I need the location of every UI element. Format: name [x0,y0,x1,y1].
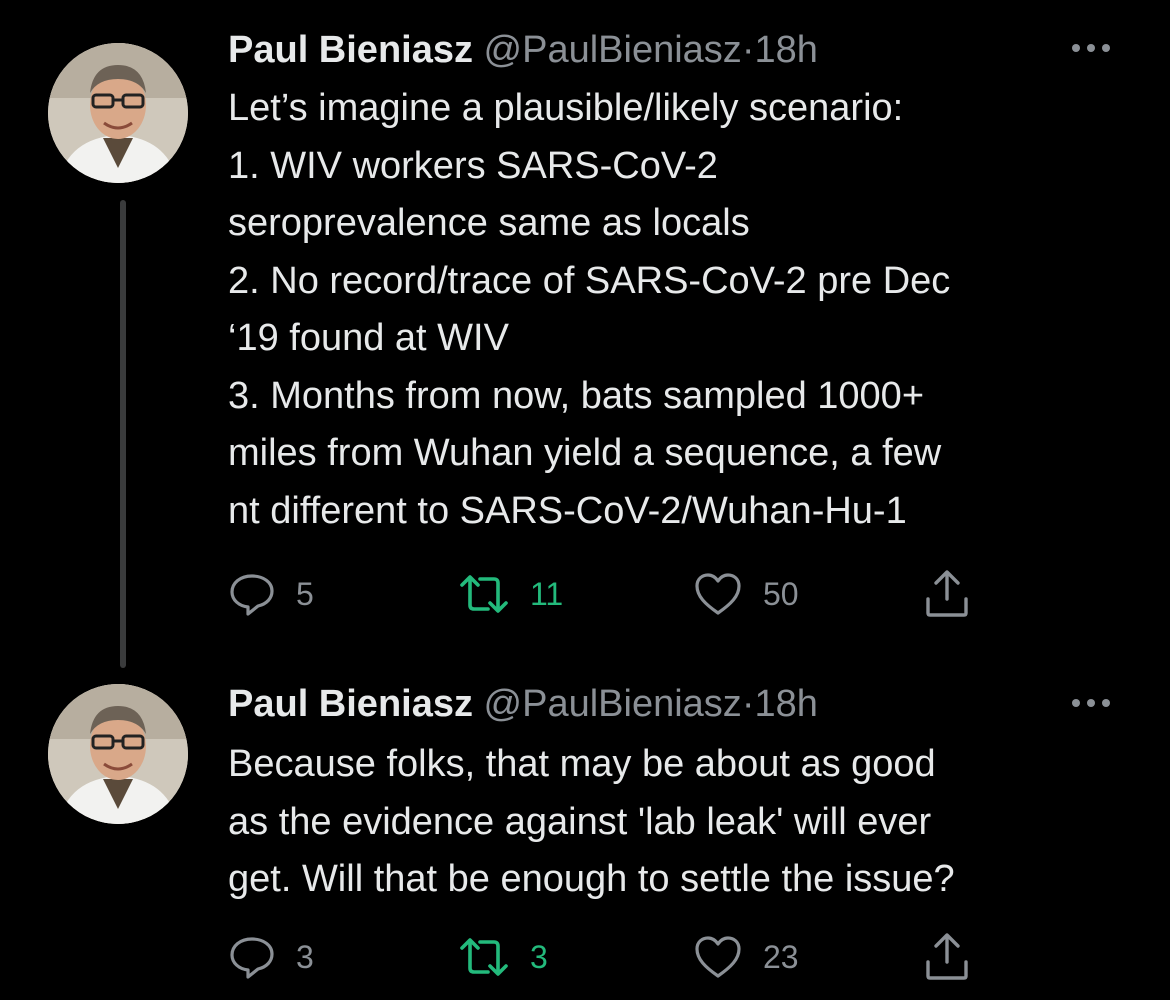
like-button[interactable]: 50 [693,569,799,619]
tweet-text-line: ‘19 found at WIV [228,317,509,359]
tweet-header: Paul Bieniasz @PaulBieniasz·18h [228,681,818,727]
share-icon [926,570,968,617]
separator-dot: · [741,29,755,71]
tweet-text-line: 2. No record/trace of SARS-CoV-2 pre Dec [228,259,951,302]
retweet-button[interactable]: 11 [456,569,563,619]
tweet-text-line: 3. Months from now, bats sampled 1000+ [228,374,925,417]
tweet-text: Let’s imagine a plausible/likely scenari… [228,80,1128,540]
tweet-text-line: miles from Wuhan yield a sequence, a few [228,432,942,474]
author-handle[interactable]: @PaulBieniasz [484,29,742,71]
timestamp[interactable]: 18h [754,29,817,71]
like-icon [695,573,741,615]
timestamp[interactable]: 18h [754,683,817,725]
share-button[interactable] [924,932,970,982]
separator-dot: · [741,683,755,725]
tweet-text-line: 1. WIV workers SARS-CoV-2 [228,144,718,187]
reply-button[interactable]: 5 [228,569,314,619]
tweet-text-line: Because folks, that may be about as good [228,743,936,785]
reply-icon [230,937,274,979]
retweet-button[interactable]: 3 [456,932,548,982]
action-bar: 5 11 50 [228,569,988,619]
author-name[interactable]: Paul Bieniasz [228,683,473,725]
retweet-count: 3 [530,938,548,975]
like-icon [695,936,741,978]
like-count: 23 [763,938,799,975]
avatar[interactable] [48,684,188,824]
reply-button[interactable]: 3 [228,932,314,982]
tweet-text-line: Let’s imagine a plausible/likely scenari… [228,87,904,129]
author-name[interactable]: Paul Bieniasz [228,29,473,71]
author-handle[interactable]: @PaulBieniasz [484,683,742,725]
tweet-text-line: seroprevalence same as locals [228,202,750,244]
tweet-text: Because folks, that may be about as good… [228,736,1128,909]
retweet-icon [460,938,508,976]
tweet-header: Paul Bieniasz @PaulBieniasz·18h [228,27,818,73]
reply-count: 5 [296,575,314,612]
share-button[interactable] [924,569,970,619]
like-count: 50 [763,575,799,612]
reply-count: 3 [296,938,314,975]
action-bar: 3 3 23 [228,932,988,982]
tweet-text-line: get. Will that be enough to settle the i… [228,858,955,900]
share-icon [926,933,968,980]
avatar[interactable] [48,43,188,183]
more-icon[interactable] [1072,693,1122,713]
more-icon[interactable] [1072,38,1122,58]
retweet-icon [460,575,508,613]
retweet-count: 11 [530,575,564,612]
reply-icon [230,574,274,616]
like-button[interactable]: 23 [693,932,799,982]
thread-connector-line [120,200,126,668]
tweet-text-line: as the evidence against 'lab leak' will … [228,800,932,843]
tweet-text-line: nt different to SARS-CoV-2/Wuhan-Hu-1 [228,489,907,532]
